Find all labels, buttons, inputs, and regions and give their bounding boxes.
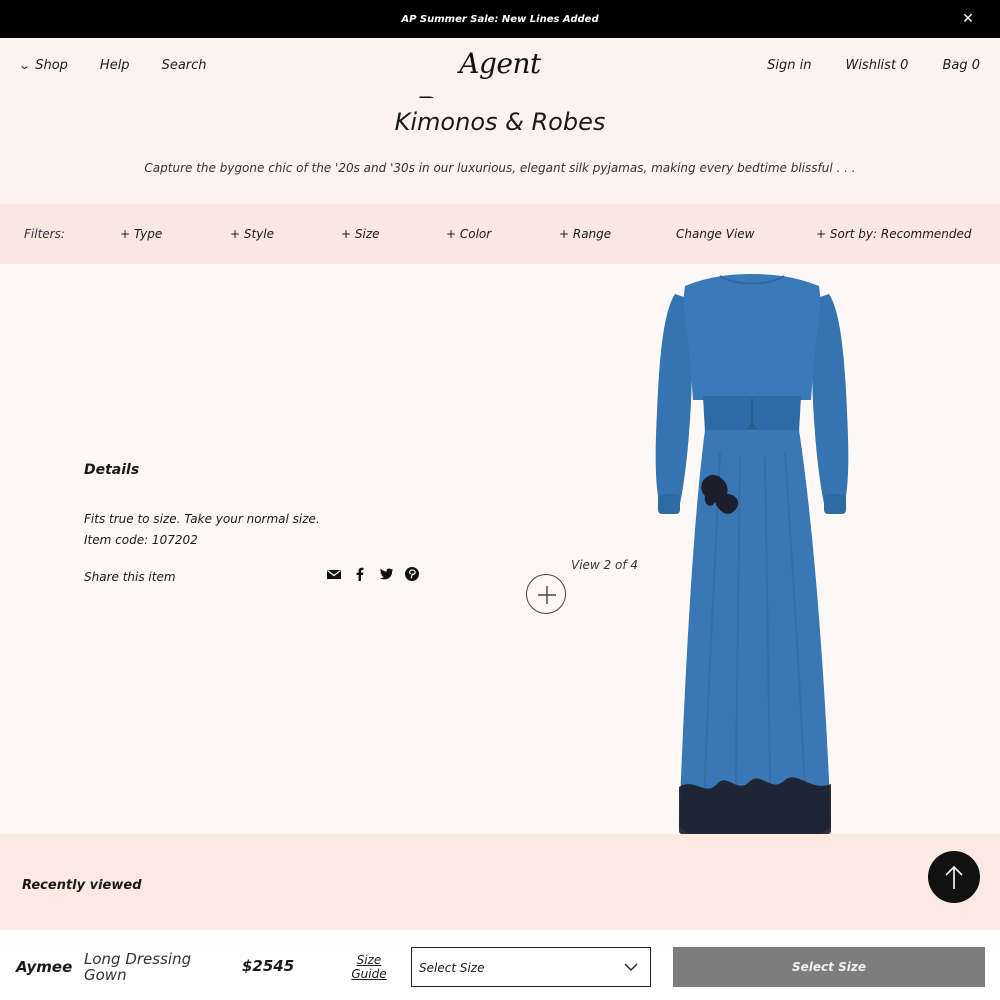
filter-bar: Filters: + Type + Style + Size + Color +… xyxy=(0,204,1000,264)
nav-wishlist[interactable]: Wishlist 0 xyxy=(845,58,908,73)
nav-sign-in[interactable]: Sign in xyxy=(767,58,811,73)
nav-help-label: Help xyxy=(99,58,130,73)
category-header: Kimonos & Robes Capture the bygone chic … xyxy=(0,98,1000,204)
recently-viewed-section: Recently viewed xyxy=(0,834,1000,930)
site-header: ⌄ Shop Help Search Agent Provocateur Sig… xyxy=(0,38,1000,124)
site-logo[interactable]: Agent Provocateur xyxy=(380,42,620,124)
nav-right: Sign in Wishlist 0 Bag 0 xyxy=(767,58,980,73)
twitter-icon[interactable] xyxy=(378,566,394,582)
nav-search[interactable]: Search xyxy=(162,58,207,73)
product-name: Aymee xyxy=(16,958,73,976)
product-image[interactable] xyxy=(645,272,860,867)
filter-size[interactable]: + Size xyxy=(341,227,380,241)
zoom-button[interactable] xyxy=(526,574,566,614)
sticky-add-bar: Aymee Long Dressing Gown $2545 Size Guid… xyxy=(0,930,1000,1000)
details-text: Fits true to size. Take your normal size… xyxy=(84,509,320,551)
select-size-button[interactable]: Select Size xyxy=(673,947,985,987)
nav-help[interactable]: Help xyxy=(100,58,130,73)
facebook-icon[interactable] xyxy=(352,566,368,582)
nav-search-label: Search xyxy=(161,58,207,73)
chevron-down-icon: ⌄ xyxy=(18,59,32,72)
size-guide-link[interactable]: Size Guide xyxy=(349,953,389,981)
filters-label: Filters: xyxy=(24,227,65,241)
chevron-down-icon xyxy=(624,963,638,971)
size-select-value: Select Size xyxy=(419,961,485,975)
close-icon[interactable]: ✕ xyxy=(960,11,976,27)
filter-color[interactable]: + Color xyxy=(446,227,491,241)
share-label: Share this item xyxy=(84,570,176,584)
nav-bag[interactable]: Bag 0 xyxy=(942,58,980,73)
back-to-top-button[interactable] xyxy=(928,851,980,903)
size-select[interactable]: Select Size xyxy=(411,947,651,987)
change-view-button[interactable]: Change View xyxy=(676,227,755,241)
announcement-bar: AP Summer Sale: New Lines Added ✕ xyxy=(0,0,1000,38)
pinterest-icon[interactable] xyxy=(404,566,420,582)
recently-viewed-label: Recently viewed xyxy=(22,878,142,893)
page-subtitle: Capture the bygone chic of the '20s and … xyxy=(144,161,856,175)
nav-shop[interactable]: ⌄ Shop xyxy=(18,58,68,73)
product-description: Long Dressing Gown xyxy=(84,950,192,984)
product-price: $2545 xyxy=(242,957,295,975)
view-counter: View 2 of 4 xyxy=(571,558,639,572)
email-icon[interactable] xyxy=(326,566,342,582)
filter-range[interactable]: + Range xyxy=(559,227,611,241)
plus-icon xyxy=(538,586,556,604)
fit-note: Fits true to size. Take your normal size… xyxy=(84,512,320,526)
page-title: Kimonos & Robes xyxy=(394,108,606,136)
filter-style[interactable]: + Style xyxy=(230,227,274,241)
product-section: Details Fits true to size. Take your nor… xyxy=(0,264,1000,855)
nav-shop-label: Shop xyxy=(35,58,68,73)
item-code: Item code: 107202 xyxy=(84,533,198,547)
sort-dropdown[interactable]: + Sort by: Recommended xyxy=(816,227,972,241)
share-icons xyxy=(326,566,420,582)
details-heading: Details xyxy=(84,462,140,478)
filter-type[interactable]: + Type xyxy=(120,227,162,241)
nav-left: ⌄ Shop Help Search xyxy=(18,58,207,73)
arrow-up-icon xyxy=(945,865,963,889)
announcement-text[interactable]: AP Summer Sale: New Lines Added xyxy=(401,14,598,25)
